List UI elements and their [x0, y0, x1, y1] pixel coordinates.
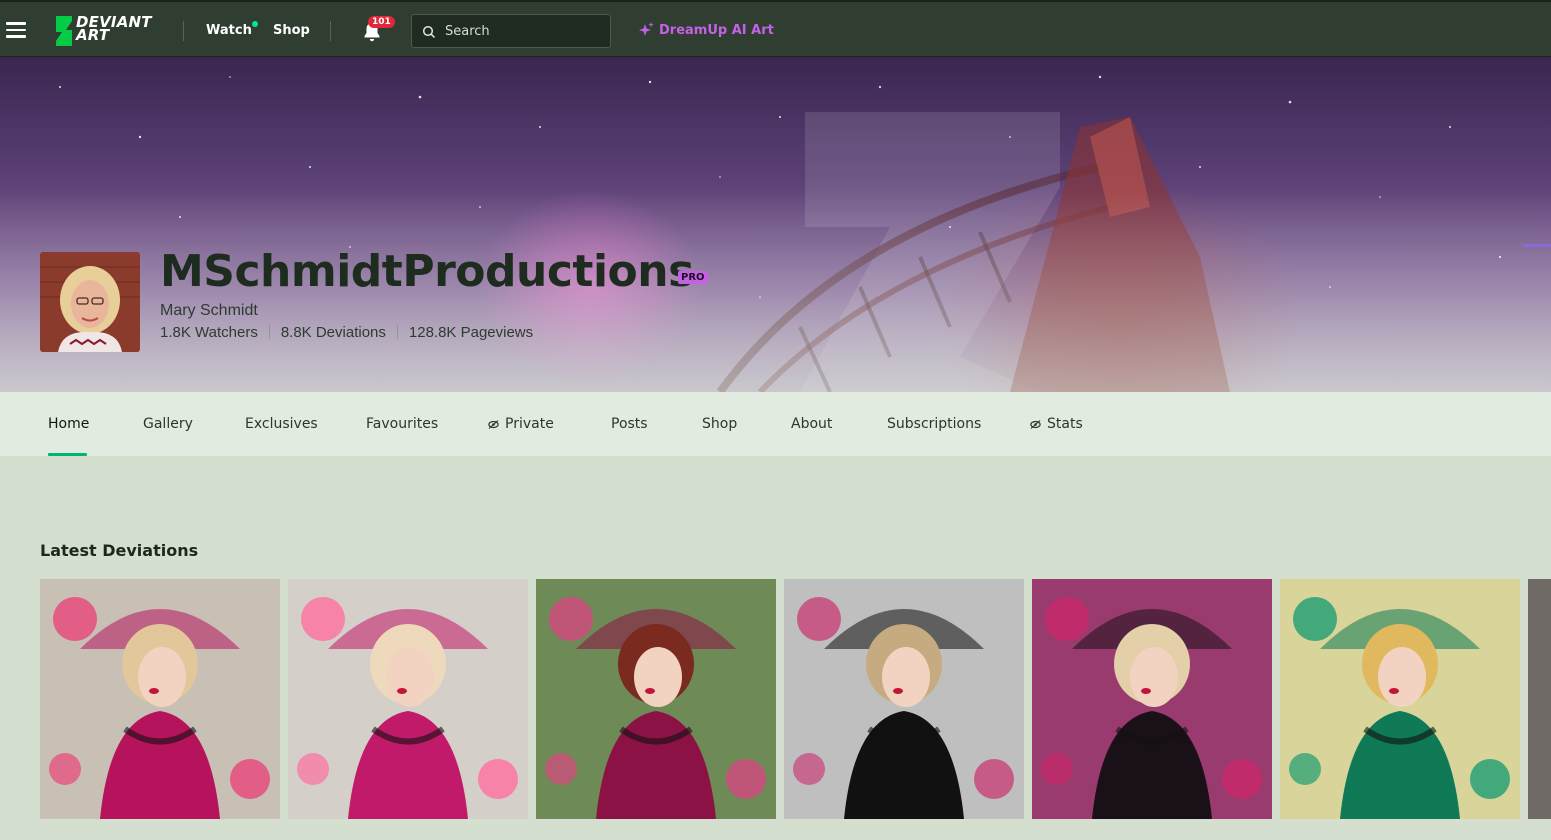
deviation-thumbnail[interactable]	[1032, 579, 1272, 819]
latest-deviations-row	[40, 579, 1551, 819]
artwork-image	[288, 579, 528, 819]
profile-nav: Home Gallery Exclusives Favourites Priva…	[0, 392, 1551, 456]
watch-indicator-dot	[252, 21, 258, 27]
search-input[interactable]: Search	[411, 14, 611, 48]
pro-badge: PRO	[678, 271, 708, 284]
divider	[183, 21, 184, 41]
divider	[396, 325, 398, 339]
deviantart-logo[interactable]: DEVIANT ART	[54, 15, 164, 46]
tab-stats[interactable]: Stats	[1030, 416, 1083, 432]
profile-username: MSchmidtProductions	[160, 246, 694, 297]
deviation-thumbnail[interactable]	[1280, 579, 1520, 819]
top-bar: DEVIANT ART Watch Shop 101 Search DreamU…	[0, 0, 1551, 57]
tab-shop[interactable]: Shop	[702, 416, 737, 432]
tab-posts[interactable]: Posts	[611, 416, 648, 432]
tab-gallery[interactable]: Gallery	[143, 416, 193, 432]
search-icon	[422, 25, 436, 39]
tab-subscriptions[interactable]: Subscriptions	[887, 416, 981, 432]
pageviews-count: 128.8K Pageviews	[408, 324, 534, 341]
tab-private[interactable]: Private	[488, 416, 554, 432]
banner-side-tab[interactable]	[1523, 57, 1551, 247]
deviation-thumbnail[interactable]	[784, 579, 1024, 819]
search-placeholder: Search	[445, 24, 490, 39]
artwork-image	[40, 579, 280, 819]
tab-exclusives[interactable]: Exclusives	[245, 416, 318, 432]
avatar[interactable]	[40, 252, 140, 352]
artwork-image	[1280, 579, 1520, 819]
tab-favourites[interactable]: Favourites	[366, 416, 438, 432]
deviation-thumbnail-partial[interactable]	[1528, 579, 1551, 819]
latest-deviations-heading[interactable]: Latest Deviations	[40, 541, 198, 560]
artwork-image	[1032, 579, 1272, 819]
profile-real-name: Mary Schmidt	[160, 302, 258, 319]
tab-stats-label: Stats	[1047, 416, 1083, 432]
artwork-image	[784, 579, 1024, 819]
eye-off-icon	[488, 420, 499, 429]
tab-private-label: Private	[505, 416, 554, 432]
eye-off-icon	[1030, 420, 1041, 429]
dreamup-label: DreamUp AI Art	[659, 23, 774, 38]
shop-link[interactable]: Shop	[273, 23, 310, 38]
deviation-thumbnail[interactable]	[536, 579, 776, 819]
profile-stats: 1.8K Watchers 8.8K Deviations 128.8K Pagev…	[160, 324, 533, 341]
watch-link[interactable]: Watch	[206, 23, 252, 38]
notification-count-badge: 101	[368, 16, 395, 28]
divider	[268, 325, 270, 339]
divider	[330, 21, 331, 41]
artwork-image	[536, 579, 776, 819]
deviantart-logo-icon	[56, 16, 72, 46]
sparkle-icon	[639, 22, 654, 36]
active-tab-indicator	[48, 453, 87, 456]
deviation-thumbnail[interactable]	[40, 579, 280, 819]
deviations-count[interactable]: 8.8K Deviations	[281, 324, 386, 341]
watchers-count[interactable]: 1.8K Watchers	[160, 324, 258, 341]
deviation-thumbnail[interactable]	[288, 579, 528, 819]
tab-about[interactable]: About	[791, 416, 832, 432]
tab-home[interactable]: Home	[48, 416, 89, 432]
avatar-image	[40, 252, 140, 352]
hamburger-menu-icon[interactable]	[6, 22, 26, 38]
profile-banner	[0, 57, 1551, 392]
